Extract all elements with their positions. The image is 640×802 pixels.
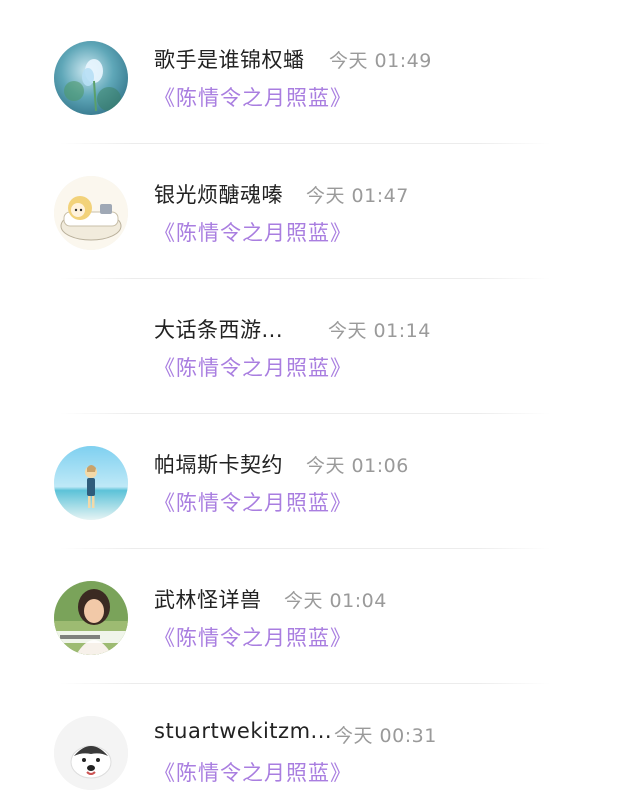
- avatar-photo-person-icon[interactable]: [54, 581, 128, 655]
- drama-link[interactable]: 《陈情令之月照蓝》: [154, 487, 352, 517]
- divider: [60, 683, 550, 684]
- list-item[interactable]: 帕塥斯卡契约 今天 01:06 《陈情令之月照蓝》: [0, 415, 640, 549]
- avatar-dog-icon[interactable]: [54, 716, 128, 790]
- user-name[interactable]: 银光烦醣魂嗪: [154, 179, 283, 209]
- avatar-anime-beach-icon[interactable]: [54, 446, 128, 520]
- comment-time: 今天 01:47: [306, 185, 409, 207]
- list-item[interactable]: 银光烦醣魂嗪 今天 01:47 《陈情令之月照蓝》: [0, 145, 640, 279]
- user-name[interactable]: 大话条西游...: [154, 314, 283, 344]
- drama-link[interactable]: 《陈情令之月照蓝》: [154, 757, 352, 787]
- comment-time: 今天 00:31: [334, 725, 437, 747]
- list-item[interactable]: stuartwekitzm... 今天 00:31 《陈情令之月照蓝》: [0, 685, 640, 802]
- avatar-anime-character-icon[interactable]: [54, 176, 128, 250]
- list-item[interactable]: 歌手是谁锦权蟠 今天 01:49 《陈情令之月照蓝》: [0, 10, 640, 144]
- divider: [60, 413, 550, 414]
- divider: [60, 143, 550, 144]
- drama-link[interactable]: 《陈情令之月照蓝》: [154, 622, 352, 652]
- drama-link[interactable]: 《陈情令之月照蓝》: [154, 217, 352, 247]
- user-name[interactable]: 歌手是谁锦权蟠: [154, 44, 305, 74]
- comment-list: 歌手是谁锦权蟠 今天 01:49 《陈情令之月照蓝》 银光烦醣魂嗪 今天 01:…: [0, 0, 640, 802]
- comment-time: 今天 01:14: [328, 320, 431, 342]
- comment-time: 今天 01:04: [284, 590, 387, 612]
- avatar-blank-icon[interactable]: [54, 311, 128, 385]
- divider: [60, 548, 550, 549]
- comment-time: 今天 01:49: [329, 50, 432, 72]
- list-item[interactable]: 大话条西游... 今天 01:14 《陈情令之月照蓝》: [0, 280, 640, 414]
- avatar-flower-blue-icon[interactable]: [54, 41, 128, 115]
- user-name[interactable]: 帕塥斯卡契约: [154, 449, 283, 479]
- comment-time: 今天 01:06: [306, 455, 409, 477]
- drama-link[interactable]: 《陈情令之月照蓝》: [154, 352, 352, 382]
- user-name[interactable]: stuartwekitzm...: [154, 719, 332, 743]
- drama-link[interactable]: 《陈情令之月照蓝》: [154, 82, 352, 112]
- list-item[interactable]: 武林怪详兽 今天 01:04 《陈情令之月照蓝》: [0, 550, 640, 684]
- user-name[interactable]: 武林怪详兽: [154, 584, 262, 614]
- divider: [60, 278, 550, 279]
